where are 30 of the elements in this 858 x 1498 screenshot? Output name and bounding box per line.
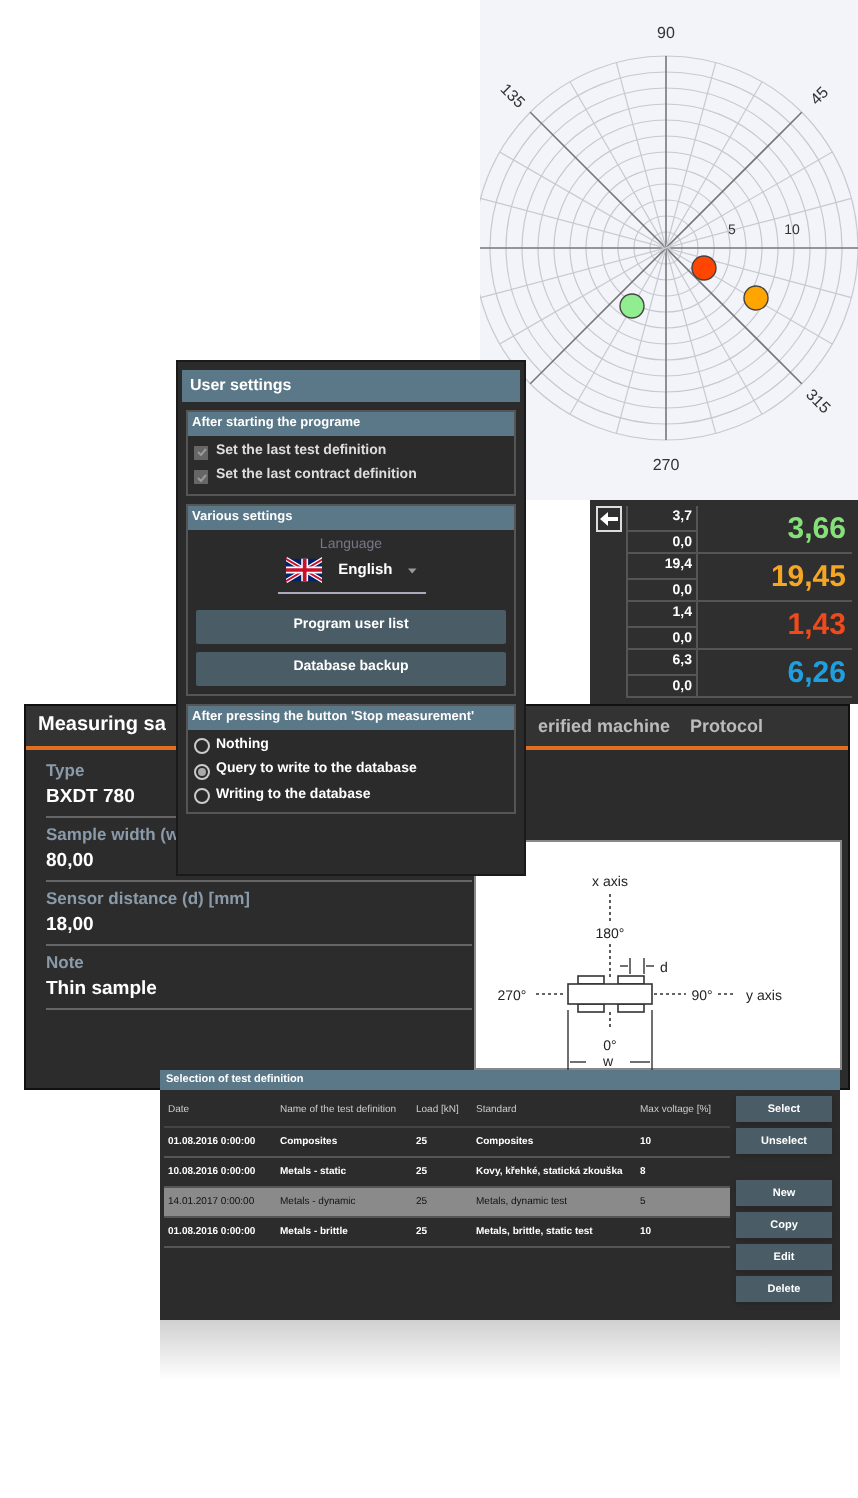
radio-button[interactable] <box>194 738 210 754</box>
sample-drawing <box>567 975 653 1013</box>
field-value: Thin sample <box>46 975 157 1004</box>
form-field[interactable]: Note Thin sample <box>46 950 472 1010</box>
dimension-lines-drawing <box>567 957 655 1071</box>
form-field[interactable]: Sensor distance (d) [mm] 18,00 <box>46 886 472 946</box>
field-label: Note <box>46 950 84 976</box>
reading-value: 3,66 <box>787 513 846 545</box>
panel-title: Measuring sa <box>38 712 166 740</box>
field-label: Type <box>46 758 85 784</box>
field-value: 80,00 <box>46 847 94 876</box>
field-value: 18,00 <box>46 911 94 940</box>
angle-label: 270 <box>652 456 680 474</box>
tab[interactable]: Protocol <box>690 713 784 746</box>
flag-icon <box>285 556 323 584</box>
radio-button[interactable] <box>194 788 210 804</box>
angle-label: 90 <box>657 24 675 42</box>
reading-value: 6,26 <box>787 657 846 689</box>
reading-value: 1,43 <box>787 609 846 641</box>
panel-title: User settings <box>182 370 520 402</box>
back-arrow-icon[interactable] <box>596 506 622 532</box>
angle-label: 45 <box>806 83 833 109</box>
field-label: Sensor distance (d) [mm] <box>46 886 251 912</box>
reading-value: 19,45 <box>770 561 846 593</box>
caret-icon <box>408 567 417 573</box>
radio-button[interactable] <box>194 763 210 779</box>
angle-label: 315 <box>802 385 834 418</box>
field-value: BXDT 780 <box>46 783 135 812</box>
angle-label: 135 <box>496 80 529 112</box>
tab[interactable]: erified machine <box>538 713 691 746</box>
